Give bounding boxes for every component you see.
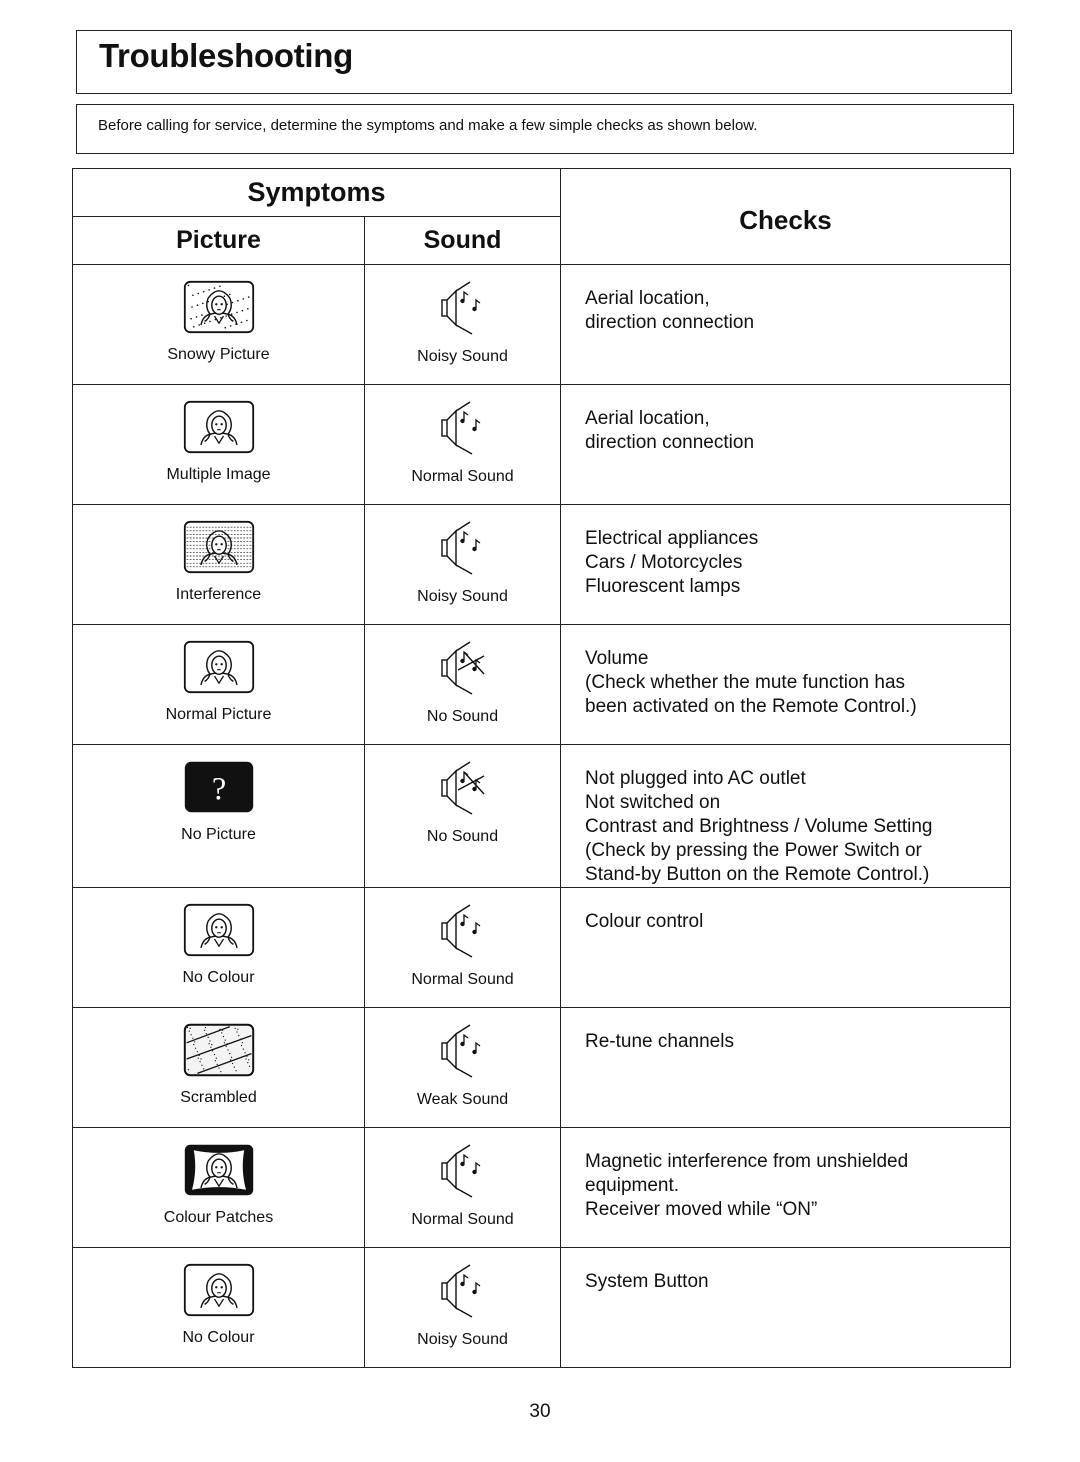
sound-symptom-label: No Sound [426,708,499,725]
scrambled-picture-icon [183,1023,254,1077]
picture-symptom-cell: ? No Picture [72,744,365,888]
picture-symptom-label: Scrambled [180,1089,257,1106]
checks-text: Re-tune channels [585,1031,734,1052]
picture-symptom-label: Multiple Image [166,466,271,483]
sound-symptom-label: Noisy Sound [417,588,508,605]
sound-symptom-label: Noisy Sound [417,348,508,365]
table-row: No Colour Noisy Sound System Button [72,1247,1012,1368]
checks-cell: Electrical appliances Cars / Motorcycles… [560,504,1012,625]
picture-symptom-label: Colour Patches [163,1209,274,1226]
table-row: Scrambled Weak Sound Re-tune channels [72,1007,1012,1128]
sound-symptom-label: Normal Sound [411,1211,514,1228]
interference-picture-icon [183,520,254,574]
speaker-muted-icon [440,641,485,695]
no-picture-icon: ? [184,761,253,813]
intro-text: Before calling for service, determine th… [98,117,758,134]
table-row: No Colour Normal Sound Colour control [72,887,1012,1008]
sound-symptom-cell: Noisy Sound [363,1247,562,1368]
sound-symptom-cell: Weak Sound [363,1007,562,1128]
no-colour-picture-icon [183,903,254,957]
table-row: Normal Picture No Sound Volume (Check wh… [72,624,1012,745]
sound-symptom-cell: Normal Sound [363,1127,562,1248]
speaker-muted-icon [440,761,485,815]
checks-text: Magnetic interference from unshielded eq… [585,1151,909,1220]
checks-text: Electrical appliances Cars / Motorcycles… [585,528,759,597]
picture-header: Picture [72,216,365,265]
sound-symptom-label: No Sound [426,828,499,845]
checks-cell: System Button [560,1247,1012,1368]
picture-symptom-label: Normal Picture [165,706,272,723]
table-row: Colour Patches Normal Sound Magnetic int… [72,1127,1012,1248]
speaker-sound-icon [440,1264,480,1318]
no-colour-picture-icon [183,1263,254,1317]
intro-box: Before calling for service, determine th… [76,104,1014,154]
table-row: Interference Noisy Sound Electrical appl… [72,504,1012,625]
title-box: Troubleshooting [76,30,1012,94]
picture-symptom-cell: No Colour [72,887,365,1008]
picture-symptom-label: Snowy Picture [167,346,270,363]
picture-symptom-cell: Interference [72,504,365,625]
speaker-sound-icon [440,521,480,575]
speaker-sound-icon [440,1144,480,1198]
symptoms-header: Symptoms [71,168,562,217]
sound-symptom-cell: No Sound [363,624,562,745]
table-row: Snowy Picture Noisy Sound Aerial locatio… [72,264,1012,385]
sound-symptom-label: Normal Sound [411,468,514,485]
picture-symptom-cell: Colour Patches [72,1127,365,1248]
checks-text: Volume (Check whether the mute function … [585,648,917,717]
picture-symptom-label: No Colour [182,1329,255,1346]
table-row: ? No Picture No Sound Not plugged into A… [72,744,1012,888]
checks-text: System Button [585,1271,709,1292]
table-row: Multiple Image Normal Sound Aerial locat… [72,384,1012,505]
page-number: 30 [529,1401,551,1422]
snowy-picture-icon [183,280,254,334]
sound-symptom-cell: Normal Sound [363,887,562,1008]
picture-symptom-label: No Picture [181,826,256,843]
page-title: Troubleshooting [99,37,353,74]
checks-cell: Colour control [560,887,1012,1008]
sound-symptom-cell: No Sound [363,744,562,888]
speaker-sound-icon [440,904,480,958]
speaker-sound-icon [440,1024,480,1078]
troubleshooting-table: Symptoms Checks Picture Sound Snowy Pict… [71,168,1012,1368]
sound-header: Sound [363,216,562,265]
picture-symptom-cell: No Colour [72,1247,365,1368]
sound-symptom-cell: Noisy Sound [363,264,562,385]
picture-symptom-label: Interference [175,586,262,603]
question-mark: ? [211,772,225,808]
picture-symptom-cell: Snowy Picture [72,264,365,385]
speaker-sound-icon [440,401,480,455]
speaker-sound-icon [440,281,480,335]
checks-text: Aerial location, direction connection [585,288,755,333]
checks-header: Checks [560,168,1012,265]
picture-symptom-label: No Colour [182,969,255,986]
sound-symptom-cell: Noisy Sound [363,504,562,625]
checks-text: Not plugged into AC outlet Not switched … [585,768,933,885]
sound-symptom-label: Noisy Sound [417,1331,508,1348]
checks-cell: Re-tune channels [560,1007,1012,1128]
checks-cell: Not plugged into AC outlet Not switched … [560,744,1012,888]
checks-cell: Aerial location, direction connection [560,384,1012,505]
sound-symptom-cell: Normal Sound [363,384,562,505]
picture-symptom-cell: Scrambled [72,1007,365,1128]
checks-cell: Aerial location, direction connection [560,264,1012,385]
checks-text: Aerial location, direction connection [585,408,755,453]
normal-picture-icon [183,640,254,694]
colour-patches-picture-icon [184,1144,253,1196]
picture-symptom-cell: Normal Picture [72,624,365,745]
checks-cell: Magnetic interference from unshielded eq… [560,1127,1012,1248]
checks-cell: Volume (Check whether the mute function … [560,624,1012,745]
sound-symptom-label: Weak Sound [416,1091,509,1108]
multiple-image-icon [183,400,254,454]
picture-symptom-cell: Multiple Image [72,384,365,505]
sound-symptom-label: Normal Sound [411,971,514,988]
checks-text: Colour control [585,911,704,932]
